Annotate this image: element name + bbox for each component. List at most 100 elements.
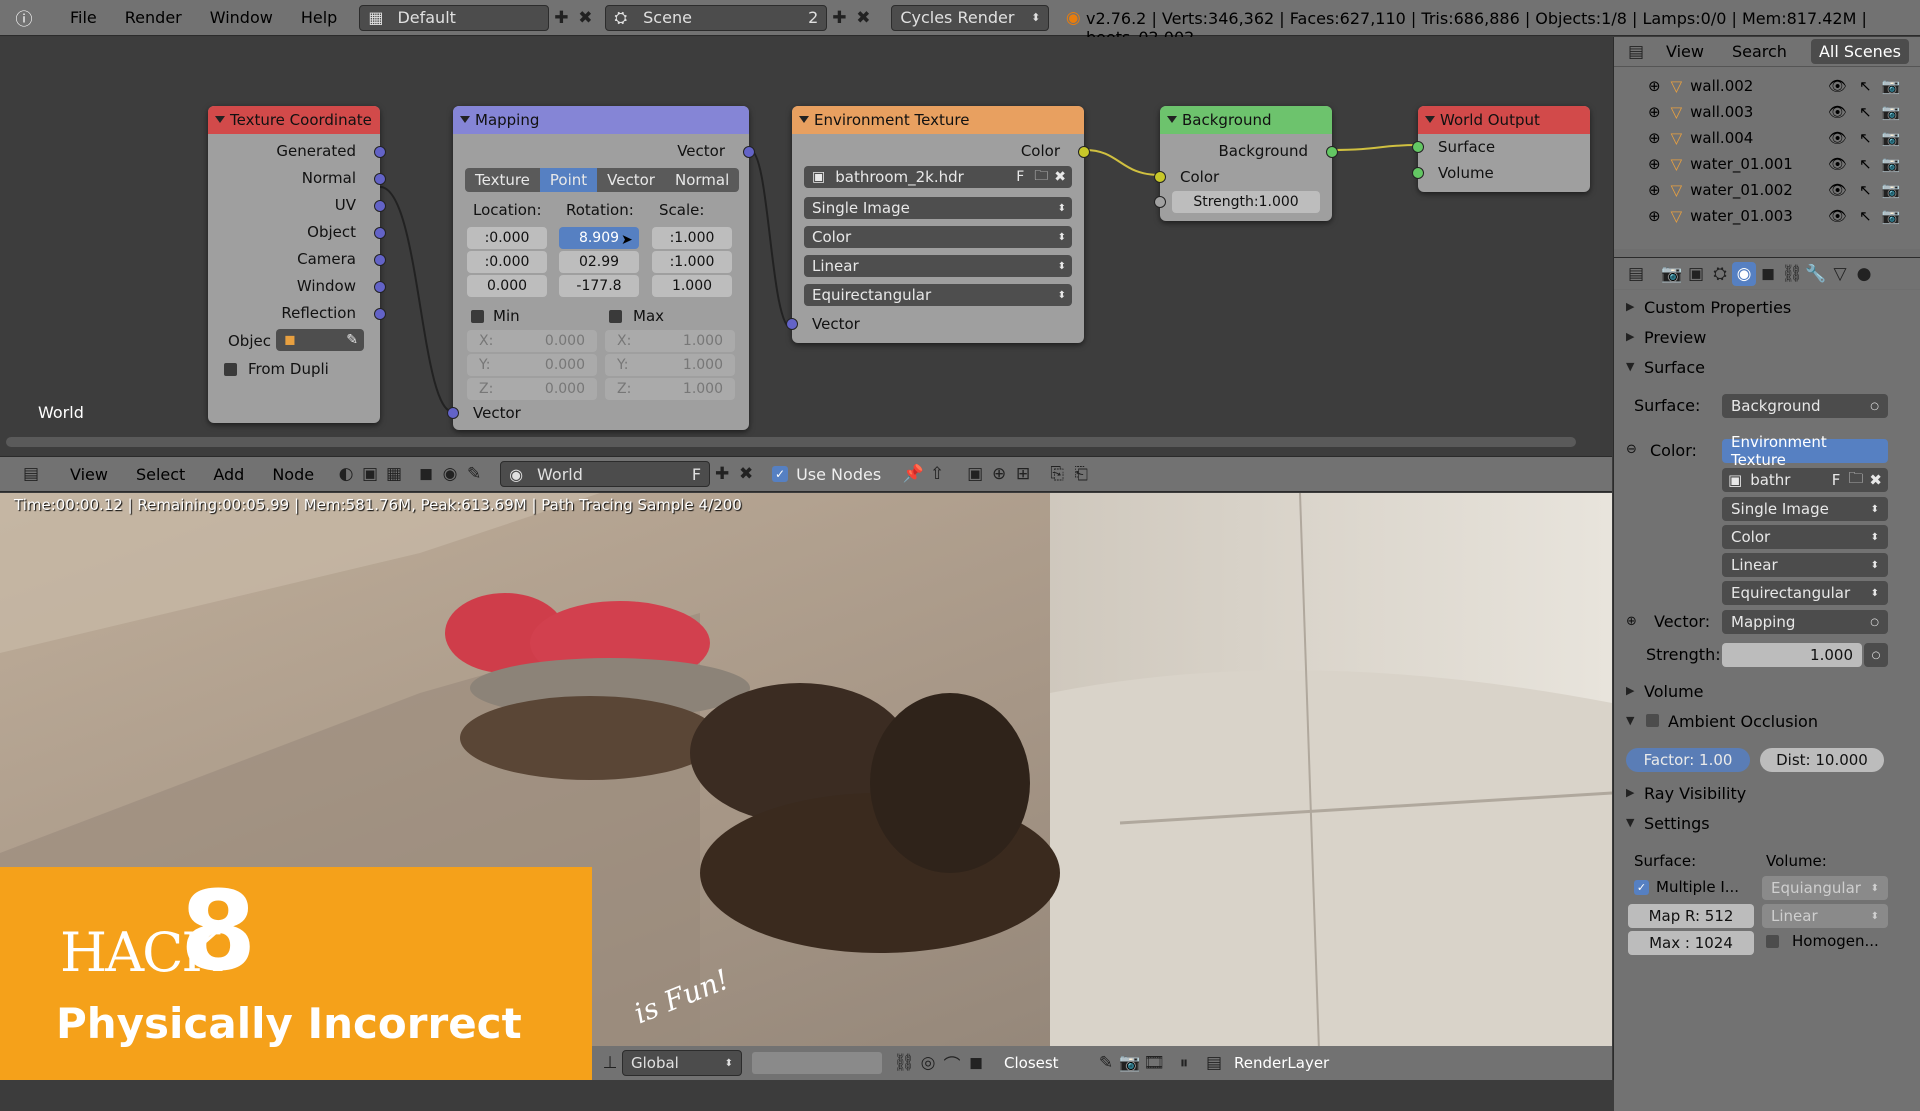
map-resolution-field[interactable]: Map R: 512 (1628, 904, 1754, 928)
source-dropdown[interactable]: Single Image ⬍ (804, 197, 1072, 219)
outliner[interactable]: ▤ View Search All Scenes ⊕ ▽ wall.002 👁 ↖ 📷 ⊕… (1614, 37, 1920, 249)
homogeneous-checkbox[interactable] (1766, 935, 1779, 948)
add-scene-icon[interactable]: ✚ (827, 6, 851, 30)
tab-vector[interactable]: Vector (597, 168, 665, 192)
menu-node[interactable]: Node (258, 465, 328, 484)
expand-icon[interactable]: ⊕ (1648, 129, 1661, 147)
snap-target-icon[interactable]: ⊞ (1011, 462, 1035, 486)
socket-window[interactable] (374, 281, 386, 293)
source-dropdown[interactable]: Single Image ⬍ (1722, 497, 1888, 521)
outliner-item-name[interactable]: wall.002 (1690, 77, 1780, 95)
outliner-item-name[interactable]: water_01.001 (1690, 155, 1800, 173)
fake-user-toggle[interactable]: F (692, 465, 701, 484)
add-world-icon[interactable]: ✚ (710, 462, 734, 486)
expand-icon[interactable]: ⊕ (1648, 103, 1661, 121)
image-selector[interactable]: ▣ bathroom_2k.hdr F 🗀 ✖ (804, 166, 1072, 188)
fake-user-toggle[interactable]: F (1832, 471, 1841, 489)
paste-node-icon[interactable]: ⎗ (1069, 462, 1093, 486)
world-output-node[interactable]: World Output Surface Volume (1412, 106, 1590, 192)
socket-object[interactable] (374, 227, 386, 239)
proportional-editing-icon[interactable]: ◎ (916, 1051, 940, 1075)
socket-vector-in[interactable] (447, 407, 459, 419)
ao-distance-field[interactable]: Dist: 10.000 (1760, 748, 1884, 772)
add-layout-icon[interactable]: ✚ (549, 6, 573, 30)
transform-orientation-icon[interactable]: ⊥ (598, 1051, 622, 1075)
socket-color-in[interactable] (1154, 171, 1166, 183)
socket-background-out[interactable] (1326, 146, 1338, 158)
scale-y[interactable]: :1.000 (652, 251, 732, 273)
parent-node-icon[interactable]: ⇧ (925, 462, 949, 486)
volume-interpolation-dropdown[interactable]: Linear ⬍ (1762, 904, 1888, 928)
menu-help[interactable]: Help (287, 8, 351, 27)
max-bounces-field[interactable]: Max : 1024 (1628, 931, 1754, 955)
node-editor[interactable]: Texture Coordinate Generated Normal UV O… (0, 37, 1600, 455)
outliner-row[interactable]: ⊕ ▽ water_01.003 👁 ↖ 📷 (1614, 203, 1920, 229)
from-dupli-checkbox[interactable] (224, 363, 237, 376)
socket-normal[interactable] (374, 173, 386, 185)
outliner-row[interactable]: ⊕ ▽ water_01.002 👁 ↖ 📷 (1614, 177, 1920, 203)
socket-color-out[interactable] (1078, 146, 1090, 158)
backdrop-icon[interactable]: ▣ (963, 462, 987, 486)
socket-volume-in[interactable] (1412, 167, 1424, 179)
unlink-world-icon[interactable]: ✖ (734, 462, 758, 486)
render-camera-icon[interactable]: 📷 (1882, 207, 1901, 225)
select-cursor-icon[interactable]: ↖ (1859, 103, 1872, 121)
scale-z[interactable]: 1.000 (652, 275, 732, 297)
expand-input-icon[interactable]: ⊕ (1626, 614, 1637, 629)
render-camera-icon[interactable]: 📷 (1882, 77, 1901, 95)
panel-ambient-occlusion[interactable]: Ambient Occlusion (1668, 712, 1818, 731)
compositing-tree-icon[interactable]: ▣ (358, 462, 382, 486)
select-cursor-icon[interactable]: ↖ (1859, 129, 1872, 147)
expand-icon[interactable]: ⊕ (1648, 77, 1661, 95)
mapping-node[interactable]: Mapping Vector Texture Point Vector Norm… (447, 106, 755, 430)
expand-icon[interactable]: ⊕ (1648, 207, 1661, 225)
socket-vector-in[interactable] (786, 318, 798, 330)
projection-dropdown[interactable]: Equirectangular ⬍ (1722, 581, 1888, 605)
world-tab-icon[interactable]: ◉ (1732, 261, 1756, 286)
pin-icon[interactable]: 📌 (901, 462, 925, 486)
socket-strength-in[interactable] (1154, 196, 1166, 208)
max-x[interactable]: X: 1.000 (605, 330, 735, 352)
outliner-menu-view[interactable]: View (1666, 42, 1704, 61)
open-image-icon[interactable]: 🗀 (1034, 165, 1048, 189)
unlink-image-icon[interactable]: ✖ (1869, 471, 1882, 489)
outliner-filter[interactable]: All Scenes (1810, 39, 1909, 64)
outliner-row[interactable]: ⊕ ▽ water_01.001 👁 ↖ 📷 (1614, 151, 1920, 177)
volume-sampling-dropdown[interactable]: Equiangular ⬍ (1762, 876, 1888, 900)
multiple-importance-checkbox[interactable]: ✓ (1634, 880, 1649, 895)
horizontal-scrollbar[interactable] (6, 437, 1576, 447)
interpolation-dropdown[interactable]: Linear ⬍ (804, 255, 1072, 277)
tab-normal[interactable]: Normal (664, 168, 740, 192)
outliner-item-name[interactable]: wall.003 (1690, 103, 1780, 121)
object-tab-icon[interactable]: ◼ (1756, 262, 1780, 286)
layout-selector[interactable]: ▦ Default (359, 4, 550, 31)
render-animation-icon[interactable]: 🎞 (1142, 1051, 1166, 1075)
environment-texture-header[interactable]: Environment Texture (792, 106, 1084, 134)
visibility-eye-icon[interactable]: 👁 (1828, 103, 1847, 121)
outliner-item-name[interactable]: water_01.003 (1690, 207, 1800, 225)
interpolation-dropdown[interactable]: Linear ⬍ (1722, 553, 1888, 577)
panel-ray-visibility[interactable]: Ray Visibility (1644, 784, 1746, 803)
collapse-input-icon[interactable]: ⊖ (1626, 442, 1637, 457)
texture-coordinate-header[interactable]: Texture Coordinate (208, 106, 380, 134)
menu-select[interactable]: Select (122, 465, 199, 484)
world-selector[interactable]: ◉ World F (500, 461, 711, 487)
image-selector[interactable]: ▣ bathr F 🗀 ✖ (1722, 468, 1888, 492)
socket-vector-out[interactable] (743, 146, 755, 158)
layer-buttons[interactable] (752, 1052, 882, 1074)
max-z[interactable]: Z: 1.000 (605, 378, 735, 400)
data-tab-icon[interactable]: ▽ (1828, 262, 1852, 286)
mapping-header[interactable]: Mapping (453, 106, 749, 134)
world-output-header[interactable]: World Output (1418, 106, 1590, 134)
socket-surface-in[interactable] (1412, 141, 1424, 153)
location-y[interactable]: :0.000 (467, 251, 547, 273)
line-style-icon[interactable]: ✎ (462, 462, 486, 486)
snap-align-icon[interactable]: ✎ (1094, 1051, 1118, 1075)
render-camera-icon[interactable]: 📷 (1882, 155, 1901, 173)
scene-tab-icon[interactable]: ⛭ (1708, 262, 1732, 286)
menu-add[interactable]: Add (199, 465, 258, 484)
strength-link-button[interactable]: ○ (1864, 643, 1888, 667)
remove-scene-icon[interactable]: ✖ (851, 6, 875, 30)
shader-tree-icon[interactable]: ◐ (334, 462, 358, 486)
panel-custom-properties[interactable]: Custom Properties (1644, 298, 1791, 317)
